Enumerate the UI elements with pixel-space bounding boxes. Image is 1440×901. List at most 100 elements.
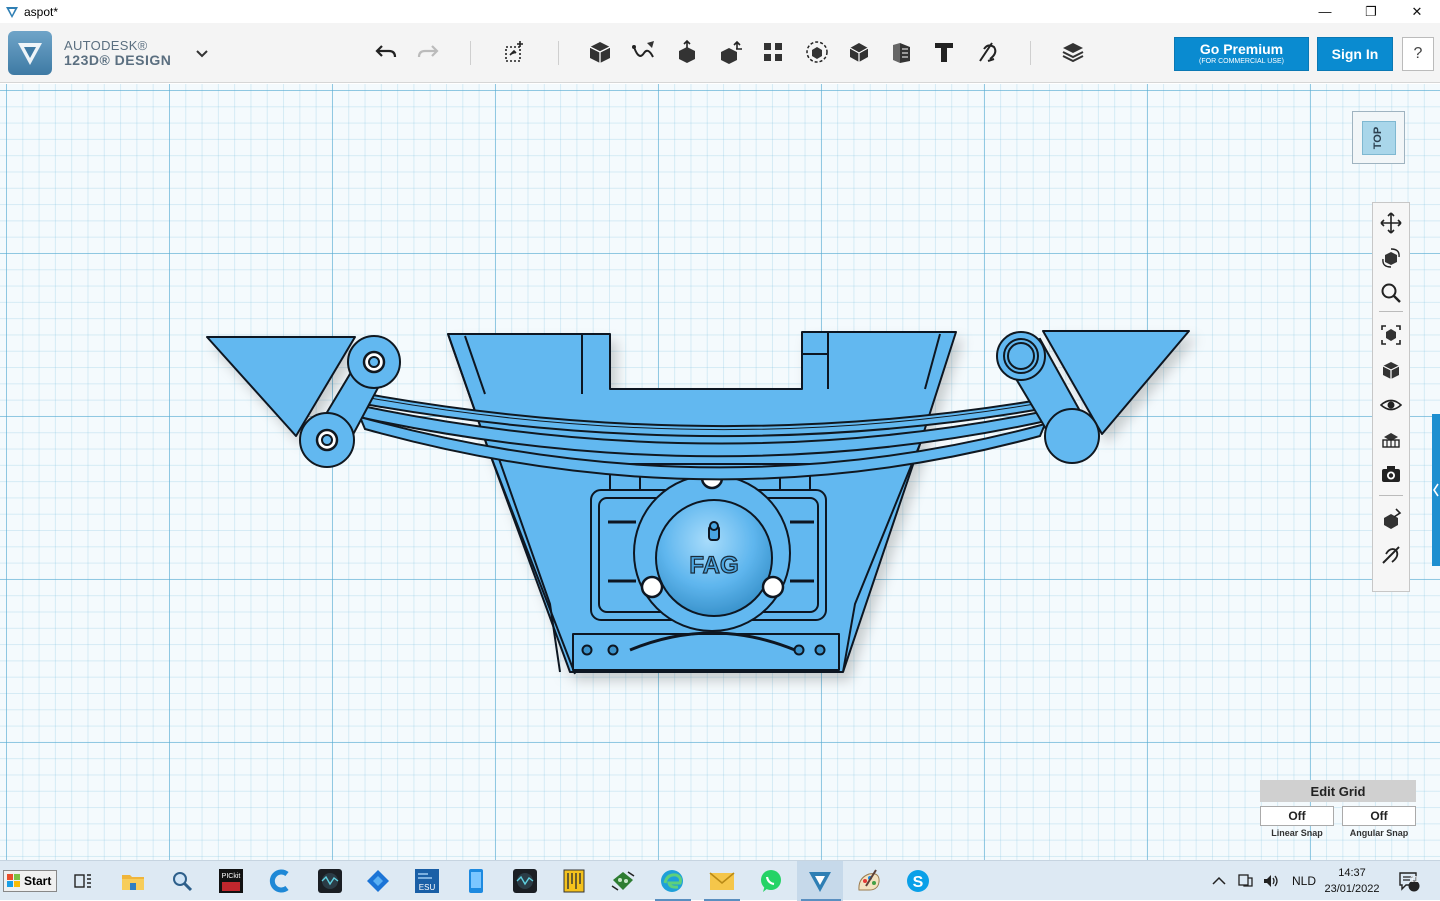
start-button[interactable]: Start bbox=[3, 870, 57, 892]
orbit-button[interactable] bbox=[1377, 244, 1405, 272]
c-app-button[interactable] bbox=[264, 866, 296, 896]
start-label: Start bbox=[24, 874, 52, 888]
file-explorer-button[interactable] bbox=[117, 866, 149, 896]
linear-snap-toggle[interactable]: Off bbox=[1260, 806, 1334, 826]
orbit-icon bbox=[1382, 248, 1400, 268]
whatsapp-icon bbox=[761, 870, 781, 892]
ruler-app-button[interactable] bbox=[558, 866, 590, 896]
side-panel-toggle[interactable] bbox=[1432, 414, 1440, 566]
viewcube[interactable]: TOP bbox=[1352, 111, 1405, 164]
chevron-down-icon[interactable] bbox=[196, 47, 208, 61]
3d-model[interactable]: FAG bbox=[0, 84, 1440, 860]
go-premium-label: Go Premium bbox=[1199, 41, 1284, 57]
pattern-button[interactable] bbox=[757, 37, 789, 67]
grid-visibility-icon bbox=[1384, 508, 1402, 529]
chevron-up-icon[interactable] bbox=[1212, 876, 1226, 886]
edit-grid-button[interactable]: Edit Grid bbox=[1260, 780, 1416, 802]
transform-icon bbox=[505, 41, 523, 62]
close-button[interactable]: ✕ bbox=[1394, 0, 1440, 23]
paint-app-button[interactable] bbox=[853, 866, 885, 896]
construct-button[interactable] bbox=[671, 37, 703, 67]
fit-button[interactable] bbox=[1377, 321, 1405, 349]
visibility-button[interactable] bbox=[1377, 391, 1405, 419]
network-icon[interactable] bbox=[1236, 872, 1254, 890]
material-view-icon bbox=[1382, 433, 1400, 448]
undo-icon bbox=[375, 45, 397, 58]
extrude-icon bbox=[679, 39, 695, 63]
eye-icon bbox=[1380, 399, 1402, 411]
modify-icon bbox=[721, 40, 742, 64]
viewcube-top-face[interactable]: TOP bbox=[1361, 120, 1396, 155]
primitives-button[interactable] bbox=[584, 37, 616, 67]
task-view-button[interactable] bbox=[67, 866, 99, 896]
measure-button[interactable] bbox=[886, 37, 918, 67]
sketch-button[interactable] bbox=[628, 37, 660, 67]
sketch-icon bbox=[632, 41, 654, 58]
notification-center[interactable]: 11 bbox=[1398, 861, 1420, 901]
modify-button[interactable] bbox=[715, 37, 747, 67]
combine-icon bbox=[849, 43, 869, 62]
search-button[interactable] bbox=[166, 866, 198, 896]
undo-button[interactable] bbox=[370, 37, 402, 67]
scope2-app-button[interactable] bbox=[509, 866, 541, 896]
maximize-button[interactable]: ❐ bbox=[1348, 0, 1394, 23]
pcb-app-button[interactable] bbox=[607, 866, 639, 896]
language-indicator[interactable]: NLD bbox=[1292, 874, 1316, 888]
ccleaner-icon bbox=[269, 869, 289, 893]
windows-logo-icon bbox=[7, 874, 20, 887]
grid-toggle-button[interactable] bbox=[1377, 505, 1405, 533]
mail-app-button[interactable] bbox=[706, 866, 738, 896]
phone-app-button[interactable] bbox=[460, 866, 492, 896]
scope-app-button[interactable] bbox=[314, 866, 346, 896]
clock-time: 14:37 bbox=[1338, 867, 1366, 879]
grouping-button[interactable] bbox=[801, 37, 833, 67]
app-logo-icon bbox=[6, 6, 18, 18]
snap-button[interactable] bbox=[971, 37, 1003, 67]
bearing-label: FAG bbox=[689, 552, 738, 579]
edit-grid-panel: Edit Grid Off Off Linear Snap Angular Sn… bbox=[1260, 780, 1416, 838]
materials-button[interactable] bbox=[1057, 37, 1089, 67]
text-button[interactable] bbox=[928, 37, 960, 67]
dropbox-app-button[interactable] bbox=[362, 866, 394, 896]
transform-button[interactable] bbox=[499, 37, 531, 67]
app-menu[interactable]: AUTODESK® 123D® DESIGN bbox=[8, 31, 171, 75]
group-icon bbox=[806, 41, 828, 63]
viewport-canvas[interactable]: FAG TOP Edit Grid Off Off Linear Snap An… bbox=[0, 84, 1440, 860]
edge-browser-button[interactable] bbox=[656, 866, 688, 896]
esu-app-button[interactable]: ESU bbox=[411, 866, 443, 896]
123d-design-button[interactable] bbox=[804, 866, 836, 896]
go-premium-button[interactable]: Go Premium (FOR COMMERCIAL USE) bbox=[1174, 37, 1309, 71]
material-view-button[interactable] bbox=[1377, 425, 1405, 453]
redo-button[interactable] bbox=[412, 37, 444, 67]
pickit-app-button[interactable]: PICkit bbox=[215, 866, 247, 896]
text-icon bbox=[935, 43, 953, 62]
snap-visibility-button[interactable] bbox=[1377, 541, 1405, 569]
phone-icon bbox=[469, 869, 483, 893]
brand-line-1: AUTODESK® bbox=[64, 38, 148, 53]
svg-text:ESU: ESU bbox=[419, 883, 436, 892]
app-logo-icon bbox=[8, 31, 52, 75]
help-button[interactable]: ? bbox=[1402, 37, 1434, 71]
measure-icon bbox=[893, 43, 910, 63]
skype-button[interactable]: S bbox=[902, 866, 934, 896]
zoom-button[interactable] bbox=[1377, 279, 1405, 307]
whatsapp-button[interactable] bbox=[755, 866, 787, 896]
pan-button[interactable] bbox=[1377, 209, 1405, 237]
chevron-left-icon bbox=[1433, 483, 1439, 497]
svg-text:S: S bbox=[913, 874, 924, 891]
viewcube-face-label: TOP bbox=[1372, 126, 1385, 149]
minimize-button[interactable]: — bbox=[1302, 0, 1348, 23]
perspective-button[interactable] bbox=[1377, 356, 1405, 384]
perspective-icon bbox=[1382, 362, 1400, 379]
sign-in-button[interactable]: Sign In bbox=[1317, 37, 1393, 71]
screenshot-button[interactable] bbox=[1377, 460, 1405, 488]
pcb-icon bbox=[611, 871, 635, 891]
brand-line-2: 123D® DESIGN bbox=[64, 52, 172, 68]
volume-icon[interactable] bbox=[1262, 872, 1280, 890]
angular-snap-toggle[interactable]: Off bbox=[1342, 806, 1416, 826]
zoom-icon bbox=[1381, 283, 1401, 303]
clock[interactable]: 14:37 23/01/2022 bbox=[1316, 865, 1388, 897]
combine-button[interactable] bbox=[843, 37, 875, 67]
nav-divider bbox=[1379, 311, 1403, 312]
toolbar-divider bbox=[470, 41, 471, 65]
